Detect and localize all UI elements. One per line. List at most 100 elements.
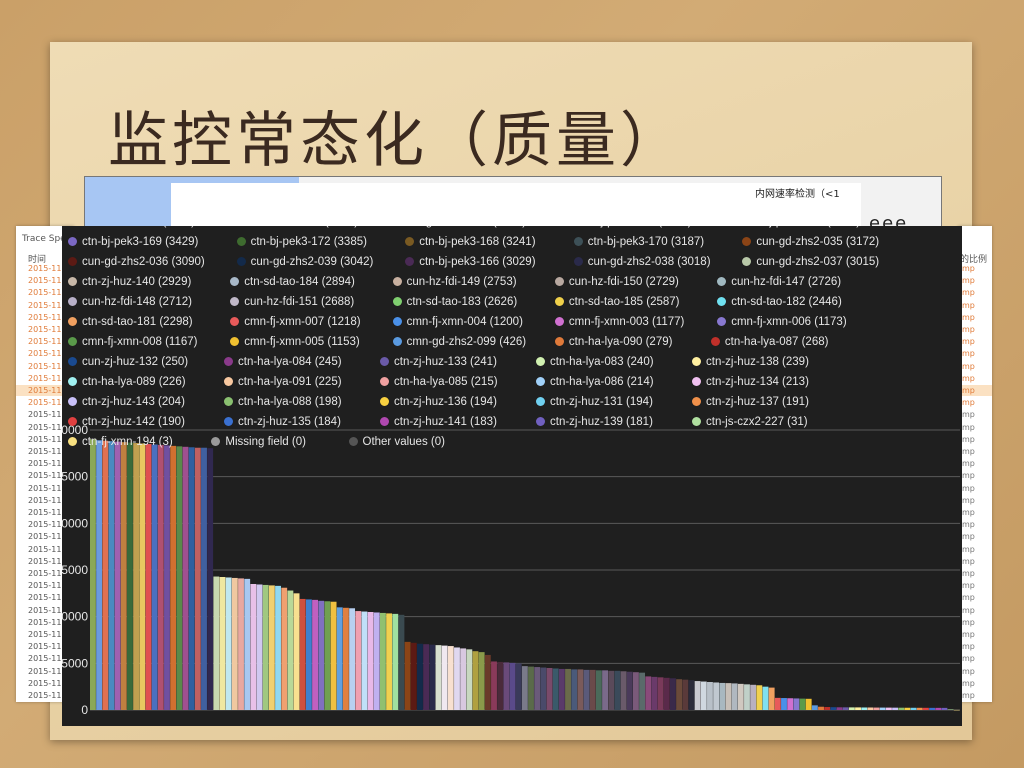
bar[interactable] bbox=[373, 612, 380, 710]
bar[interactable] bbox=[873, 707, 880, 710]
bar[interactable] bbox=[256, 584, 263, 710]
bar[interactable] bbox=[330, 601, 337, 710]
bar[interactable] bbox=[151, 444, 158, 710]
bar[interactable] bbox=[429, 644, 436, 710]
bar[interactable] bbox=[157, 444, 164, 710]
legend-item[interactable]: cun-hz-fdi-147 (2726) bbox=[717, 276, 841, 288]
bar[interactable] bbox=[676, 679, 683, 710]
bar[interactable] bbox=[96, 440, 103, 710]
legend-item[interactable]: cmn-gd-zhs2-099 (426) bbox=[392, 336, 526, 348]
legend-item[interactable]: cun-sd-tao-069 (4006) bbox=[230, 226, 358, 228]
bar[interactable] bbox=[454, 647, 460, 710]
bar[interactable] bbox=[602, 670, 608, 710]
legend-item[interactable]: ctn-zj-huz-135 (184) bbox=[224, 416, 341, 428]
legend-item[interactable]: ctn-js-czx2-227 (31) bbox=[692, 416, 808, 428]
bar[interactable] bbox=[275, 585, 281, 710]
bar[interactable] bbox=[410, 642, 417, 710]
legend-item[interactable]: cmn-fj-xmn-006 (1173) bbox=[717, 316, 847, 328]
bar[interactable] bbox=[392, 613, 399, 710]
legend-item[interactable]: ctn-fj-xmn-194 (3) bbox=[68, 436, 173, 448]
bar[interactable] bbox=[182, 446, 189, 710]
legend-item[interactable]: ctn-ha-lya-090 (279) bbox=[554, 336, 672, 348]
bar[interactable] bbox=[916, 707, 923, 710]
bar[interactable] bbox=[608, 670, 615, 710]
bar[interactable] bbox=[342, 607, 349, 710]
bar[interactable] bbox=[417, 643, 423, 710]
legend-item[interactable]: cun-sd-tao-071 (4113) bbox=[68, 226, 195, 228]
legend-item[interactable]: ctn-ha-lya-085 (215) bbox=[380, 376, 498, 388]
legend-item[interactable]: ctn-sd-tao-181 (2298) bbox=[68, 316, 193, 328]
legend-item[interactable]: ctn-sd-tao-184 (2894) bbox=[230, 276, 355, 288]
bar[interactable] bbox=[188, 447, 195, 710]
bar[interactable] bbox=[848, 707, 855, 710]
bar[interactable] bbox=[497, 661, 504, 710]
legend-item[interactable]: ctn-ha-lya-084 (245) bbox=[224, 356, 342, 368]
legend-item[interactable]: ctn-zj-huz-136 (194) bbox=[380, 396, 497, 408]
bar[interactable] bbox=[521, 666, 528, 710]
bar[interactable] bbox=[244, 578, 251, 710]
bar[interactable] bbox=[268, 585, 275, 710]
legend-item[interactable]: ctn-zj-huz-137 (191) bbox=[692, 396, 809, 408]
bar[interactable] bbox=[262, 584, 269, 710]
bar[interactable] bbox=[768, 687, 775, 710]
legend-item[interactable]: cun-gd-zhs2-036 (3090) bbox=[68, 256, 205, 268]
legend-item[interactable]: ctn-zj-huz-131 (194) bbox=[536, 396, 653, 408]
bar[interactable] bbox=[885, 707, 892, 710]
bar[interactable] bbox=[583, 669, 590, 710]
bar[interactable] bbox=[441, 645, 448, 710]
legend-item[interactable]: ctn-zj-huz-133 (241) bbox=[380, 356, 497, 368]
bar[interactable] bbox=[509, 662, 516, 710]
bar[interactable] bbox=[515, 663, 522, 710]
bar[interactable] bbox=[299, 598, 306, 710]
bar[interactable] bbox=[719, 682, 726, 710]
bar[interactable] bbox=[355, 611, 362, 710]
legend-item[interactable]: ctn-bj-pek3-168 (3241) bbox=[405, 236, 536, 248]
legend-item[interactable]: ctn-sd-tao-185 (2587) bbox=[554, 296, 679, 308]
bar[interactable] bbox=[892, 707, 898, 710]
bar[interactable] bbox=[688, 680, 695, 710]
legend-item[interactable]: cmn-fj-xmn-008 (1167) bbox=[68, 336, 197, 348]
bar[interactable] bbox=[503, 662, 510, 710]
bar[interactable] bbox=[250, 584, 257, 710]
bar[interactable] bbox=[108, 441, 115, 710]
legend-item[interactable]: cun-hz-fdi-150 (2729) bbox=[554, 276, 679, 288]
bar[interactable] bbox=[380, 612, 386, 710]
legend-item[interactable]: ctn-zj-huz-140 (2929) bbox=[68, 276, 191, 288]
legend-item[interactable]: ctn-ha-lya-089 (226) bbox=[68, 376, 186, 388]
bar[interactable] bbox=[953, 709, 960, 711]
bar[interactable] bbox=[176, 446, 183, 710]
bar[interactable] bbox=[484, 654, 491, 710]
bar[interactable] bbox=[947, 709, 954, 710]
bar[interactable] bbox=[935, 707, 942, 710]
bar[interactable] bbox=[670, 678, 676, 710]
bar[interactable] bbox=[466, 649, 473, 710]
legend-item[interactable]: ctn-bj-pek3-171 (3534) bbox=[561, 226, 691, 228]
bar[interactable] bbox=[750, 684, 757, 710]
bar[interactable] bbox=[867, 707, 874, 710]
bar[interactable] bbox=[565, 668, 571, 710]
bar[interactable] bbox=[491, 661, 497, 710]
legend-item[interactable]: cun-hz-fdi-149 (2753) bbox=[392, 276, 517, 288]
bar[interactable] bbox=[781, 698, 787, 710]
bar[interactable] bbox=[540, 667, 547, 710]
bar[interactable] bbox=[774, 697, 781, 710]
bar[interactable] bbox=[318, 600, 325, 710]
bar[interactable] bbox=[478, 652, 485, 710]
bar[interactable] bbox=[941, 707, 948, 710]
bar[interactable] bbox=[194, 447, 201, 710]
legend-item[interactable]: cmn-fj-xmn-004 (1200) bbox=[392, 316, 523, 328]
bar[interactable] bbox=[589, 669, 596, 710]
bar[interactable] bbox=[694, 681, 701, 710]
bar[interactable] bbox=[145, 444, 152, 710]
bar[interactable] bbox=[201, 447, 207, 710]
bar[interactable] bbox=[546, 668, 553, 710]
bar[interactable] bbox=[799, 698, 806, 710]
legend-item[interactable]: ctn-sd-tao-183 (2626) bbox=[392, 296, 517, 308]
bar[interactable] bbox=[133, 443, 140, 710]
bar[interactable] bbox=[922, 707, 929, 710]
bar[interactable] bbox=[793, 698, 800, 710]
bar[interactable] bbox=[386, 613, 393, 710]
bar[interactable] bbox=[207, 448, 214, 710]
legend-item[interactable]: ctn-ha-lya-091 (225) bbox=[224, 376, 342, 388]
legend-item[interactable]: ctn-ha-lya-086 (214) bbox=[536, 376, 654, 388]
